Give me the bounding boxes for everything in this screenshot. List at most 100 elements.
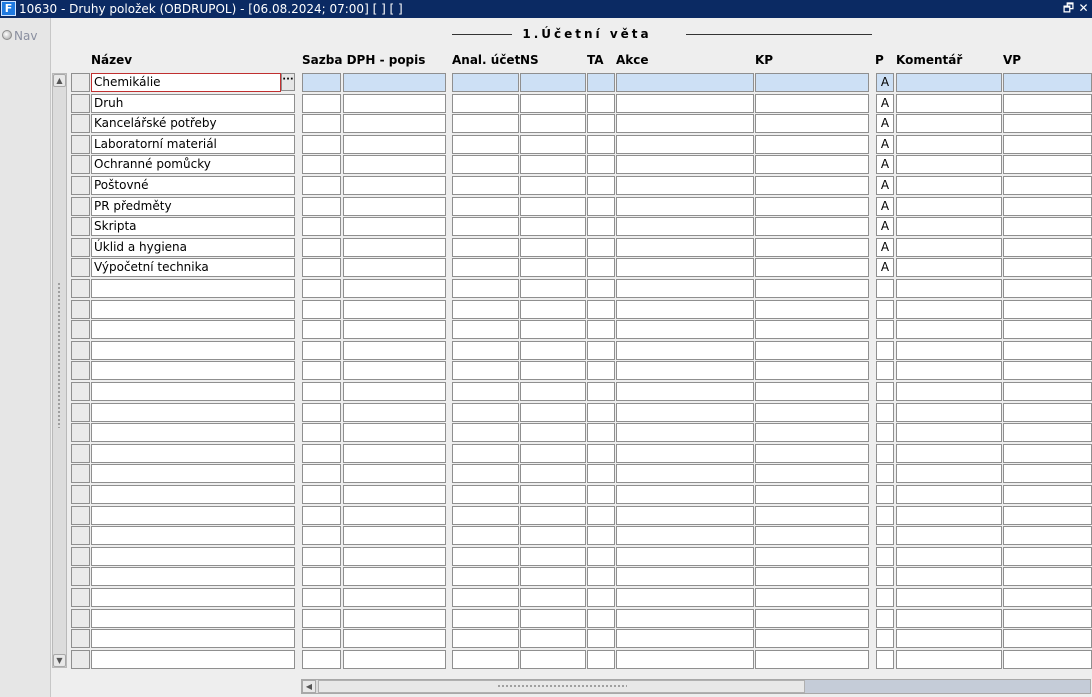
horizontal-scrollbar[interactable]: ◀ xyxy=(301,679,1091,694)
cell-kp[interactable] xyxy=(755,94,869,113)
cell-sazba1[interactable] xyxy=(302,506,341,525)
cell-p[interactable]: A xyxy=(876,155,894,174)
cell-ns[interactable] xyxy=(520,238,586,257)
cell-vp[interactable] xyxy=(1003,238,1092,257)
record-selector[interactable] xyxy=(71,609,90,628)
column-header-sazba[interactable]: Sazba DPH - popis xyxy=(302,53,425,67)
cell-akce[interactable] xyxy=(616,650,754,669)
cell-p[interactable]: A xyxy=(876,238,894,257)
cell-komentar[interactable] xyxy=(896,300,1002,319)
cell-akce[interactable] xyxy=(616,506,754,525)
cell-ns[interactable] xyxy=(520,588,586,607)
table-row[interactable] xyxy=(0,403,1092,423)
cell-kp[interactable] xyxy=(755,279,869,298)
table-row[interactable] xyxy=(0,341,1092,361)
cell-sazba2[interactable] xyxy=(343,217,446,236)
cell-sazba2[interactable] xyxy=(343,238,446,257)
cell-ta[interactable] xyxy=(587,320,615,339)
cell-ns[interactable] xyxy=(520,526,586,545)
cell-sazba1[interactable] xyxy=(302,629,341,648)
cell-vp[interactable] xyxy=(1003,258,1092,277)
cell-ta[interactable] xyxy=(587,197,615,216)
cell-p[interactable] xyxy=(876,341,894,360)
cell-ta[interactable] xyxy=(587,567,615,586)
record-selector[interactable] xyxy=(71,341,90,360)
cell-sazba1[interactable] xyxy=(302,567,341,586)
scroll-grip[interactable] xyxy=(497,684,627,689)
cell-ns[interactable] xyxy=(520,94,586,113)
cell-ns[interactable] xyxy=(520,320,586,339)
cell-anal[interactable] xyxy=(452,423,519,442)
cell-kp[interactable] xyxy=(755,176,869,195)
cell-kp[interactable] xyxy=(755,547,869,566)
cell-p[interactable] xyxy=(876,361,894,380)
cell-ns[interactable] xyxy=(520,135,586,154)
cell-ns[interactable] xyxy=(520,279,586,298)
record-selector[interactable] xyxy=(71,135,90,154)
cell-p[interactable] xyxy=(876,588,894,607)
cell-sazba1[interactable] xyxy=(302,300,341,319)
cell-kp[interactable] xyxy=(755,73,869,92)
cell-sazba1[interactable] xyxy=(302,73,341,92)
cell-nazev[interactable]: Úklid a hygiena xyxy=(91,238,295,257)
record-selector[interactable] xyxy=(71,320,90,339)
cell-sazba2[interactable] xyxy=(343,135,446,154)
cell-ta[interactable] xyxy=(587,506,615,525)
cell-anal[interactable] xyxy=(452,135,519,154)
cell-anal[interactable] xyxy=(452,650,519,669)
cell-sazba1[interactable] xyxy=(302,609,341,628)
cell-ns[interactable] xyxy=(520,444,586,463)
cell-vp[interactable] xyxy=(1003,114,1092,133)
cell-p[interactable] xyxy=(876,650,894,669)
cell-komentar[interactable] xyxy=(896,506,1002,525)
cell-komentar[interactable] xyxy=(896,464,1002,483)
cell-sazba2[interactable] xyxy=(343,547,446,566)
cell-komentar[interactable] xyxy=(896,567,1002,586)
cell-kp[interactable] xyxy=(755,629,869,648)
cell-sazba1[interactable] xyxy=(302,547,341,566)
cell-vp[interactable] xyxy=(1003,650,1092,669)
table-row[interactable]: Skripta A xyxy=(0,217,1092,237)
cell-anal[interactable] xyxy=(452,94,519,113)
cell-nazev[interactable] xyxy=(91,444,295,463)
cell-nazev[interactable] xyxy=(91,506,295,525)
cell-vp[interactable] xyxy=(1003,300,1092,319)
table-row[interactable]: Poštovné A xyxy=(0,176,1092,196)
cell-sazba2[interactable] xyxy=(343,300,446,319)
cell-p[interactable] xyxy=(876,485,894,504)
cell-vp[interactable] xyxy=(1003,464,1092,483)
cell-ta[interactable] xyxy=(587,485,615,504)
cell-kp[interactable] xyxy=(755,258,869,277)
cell-anal[interactable] xyxy=(452,382,519,401)
cell-sazba1[interactable] xyxy=(302,382,341,401)
cell-vp[interactable] xyxy=(1003,217,1092,236)
cell-sazba2[interactable] xyxy=(343,176,446,195)
cell-komentar[interactable] xyxy=(896,547,1002,566)
cell-akce[interactable] xyxy=(616,341,754,360)
cell-kp[interactable] xyxy=(755,423,869,442)
cell-p[interactable] xyxy=(876,382,894,401)
cell-anal[interactable] xyxy=(452,547,519,566)
cell-vp[interactable] xyxy=(1003,94,1092,113)
cell-nazev[interactable]: Skripta xyxy=(91,217,295,236)
column-header-anal[interactable]: Anal. účet xyxy=(452,53,520,67)
cell-anal[interactable] xyxy=(452,300,519,319)
cell-sazba1[interactable] xyxy=(302,135,341,154)
cell-sazba2[interactable] xyxy=(343,279,446,298)
horizontal-scroll-thumb[interactable] xyxy=(318,680,805,693)
table-row[interactable] xyxy=(0,361,1092,381)
cell-sazba2[interactable] xyxy=(343,258,446,277)
cell-ns[interactable] xyxy=(520,506,586,525)
cell-sazba1[interactable] xyxy=(302,279,341,298)
cell-p[interactable]: A xyxy=(876,73,894,92)
cell-akce[interactable] xyxy=(616,217,754,236)
cell-anal[interactable] xyxy=(452,526,519,545)
cell-ta[interactable] xyxy=(587,217,615,236)
close-window-button[interactable]: ✕ xyxy=(1077,1,1090,16)
cell-komentar[interactable] xyxy=(896,238,1002,257)
cell-komentar[interactable] xyxy=(896,176,1002,195)
cell-sazba2[interactable] xyxy=(343,444,446,463)
cell-komentar[interactable] xyxy=(896,73,1002,92)
cell-ns[interactable] xyxy=(520,382,586,401)
cell-ta[interactable] xyxy=(587,114,615,133)
